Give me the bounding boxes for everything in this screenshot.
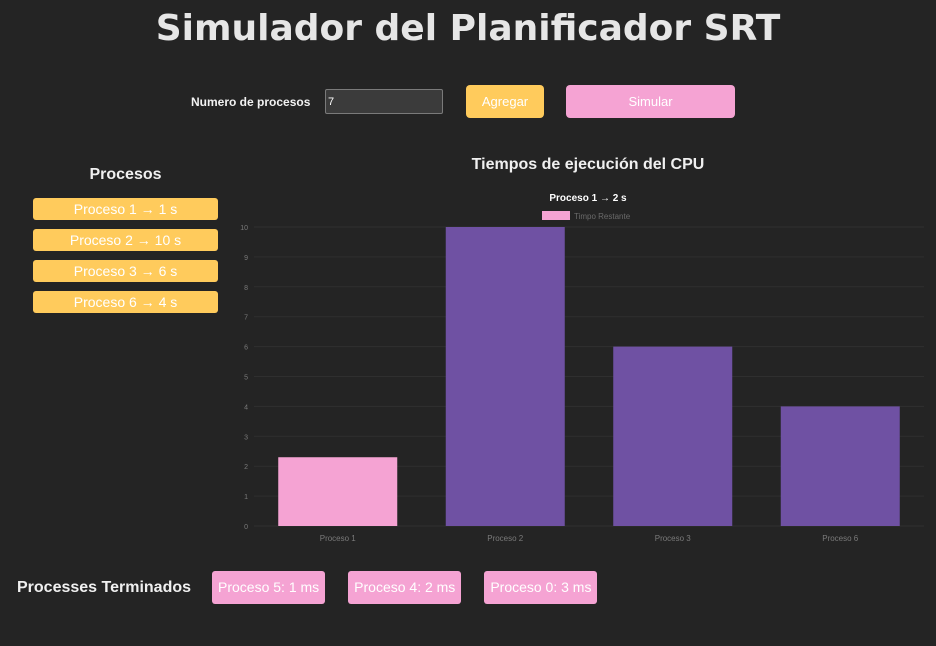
y-tick-label: 9 [244, 255, 248, 262]
y-axis: 0 1 2 3 4 5 6 7 8 9 10 [240, 225, 248, 531]
y-tick-label: 2 [244, 464, 248, 471]
y-tick-label: 3 [244, 434, 248, 441]
process-count-input[interactable] [325, 89, 443, 114]
x-axis: Proceso 1 Proceso 2 Proceso 3 Proceso 6 [320, 534, 859, 543]
y-tick-label: 7 [244, 315, 248, 322]
legend-swatch [542, 211, 570, 220]
chart-heading: Tiempos de ejecución del CPU [471, 156, 705, 173]
finished-list: Proceso 5: 1 ms Proceso 4: 2 ms Proceso … [212, 571, 620, 604]
x-tick-label: Proceso 3 [655, 534, 692, 543]
legend-label: Timpo Restante [574, 212, 631, 221]
finished-heading: Processes Terminados [17, 579, 192, 596]
y-tick-label: 8 [244, 285, 248, 292]
bar [278, 457, 398, 526]
x-tick-label: Proceso 6 [822, 534, 859, 543]
process-count-label: Numero de procesos [191, 95, 311, 109]
y-tick-label: 10 [240, 225, 248, 232]
process-item[interactable]: Proceso 2 → 10 s [33, 229, 218, 251]
chart-title: Proceso 1 → 2 s [549, 193, 627, 204]
finished-item: Proceso 5: 1 ms [212, 571, 326, 604]
simulate-button[interactable]: Simular [566, 85, 735, 118]
processes-heading: Procesos [89, 166, 162, 183]
y-tick-label: 1 [244, 494, 248, 501]
finished-item: Proceso 0: 3 ms [484, 571, 598, 604]
cpu-bar-chart: Proceso 1 → 2 s Timpo Restante 0 1 2 3 4 5 6 7 8… [240, 193, 924, 543]
y-tick-label: 0 [244, 524, 248, 531]
x-tick-label: Proceso 2 [487, 534, 524, 543]
bar [613, 346, 733, 526]
bar [780, 406, 900, 526]
process-item[interactable]: Proceso 1 → 1 s [33, 198, 218, 220]
controls-bar: Numero de procesos Agregar Simular [0, 85, 936, 118]
page-title: Simulador del Planificador SRT [155, 8, 781, 49]
add-button[interactable]: Agregar [466, 85, 544, 118]
process-item[interactable]: Proceso 3 → 6 s [33, 260, 218, 282]
x-tick-label: Proceso 1 [320, 534, 357, 543]
y-tick-label: 4 [244, 404, 248, 411]
finished-item: Proceso 4: 2 ms [348, 571, 462, 604]
process-item[interactable]: Proceso 6 → 4 s [33, 291, 218, 313]
y-tick-label: 6 [244, 345, 248, 352]
process-list: Proceso 1 → 1 s Proceso 2 → 10 s Proceso… [33, 198, 218, 322]
bar [445, 227, 565, 526]
y-tick-label: 5 [244, 375, 248, 382]
